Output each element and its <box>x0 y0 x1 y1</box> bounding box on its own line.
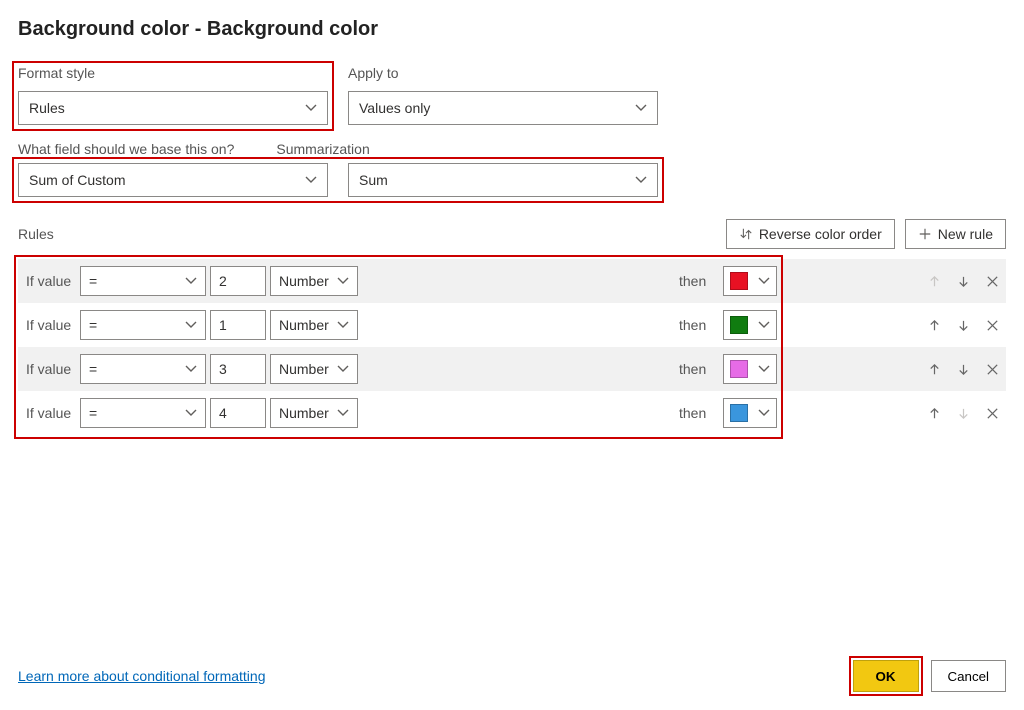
summarization-dropdown[interactable]: Sum <box>348 163 658 197</box>
chevron-down-icon <box>337 275 349 287</box>
rule-type-value: Number <box>279 317 329 333</box>
rule-type-dropdown[interactable]: Number <box>270 398 358 428</box>
rules-list: If value=NumberthenIf value=NumberthenIf… <box>18 259 1006 435</box>
then-label: then <box>679 273 723 289</box>
color-swatch <box>730 404 748 422</box>
apply-to-label: Apply to <box>348 65 658 81</box>
new-rule-button[interactable]: New rule <box>905 219 1006 249</box>
rule-row: If value = Number then <box>18 303 1006 347</box>
learn-more-link[interactable]: Learn more about conditional formatting <box>18 668 265 684</box>
then-label: then <box>679 405 723 421</box>
reverse-label: Reverse color order <box>759 226 882 242</box>
chevron-down-icon <box>185 363 197 375</box>
move-up-icon[interactable] <box>927 406 942 421</box>
rule-type-value: Number <box>279 361 329 377</box>
summarization-value: Sum <box>359 172 388 188</box>
then-label: then <box>679 317 723 333</box>
chevron-down-icon <box>635 174 647 186</box>
rule-color-dropdown[interactable] <box>723 354 777 384</box>
chevron-down-icon <box>758 363 770 375</box>
format-style-value: Rules <box>29 100 65 116</box>
rule-type-value: Number <box>279 405 329 421</box>
chevron-down-icon <box>758 275 770 287</box>
base-field-dropdown[interactable]: Sum of Custom <box>18 163 328 197</box>
summarization-label: Summarization <box>276 141 369 157</box>
delete-rule-icon[interactable] <box>985 362 1000 377</box>
move-down-icon[interactable] <box>956 362 971 377</box>
rule-operator-dropdown[interactable]: = <box>80 266 206 296</box>
swap-icon <box>739 227 753 241</box>
rule-value-input[interactable] <box>210 398 266 428</box>
chevron-down-icon <box>185 319 197 331</box>
base-field-label: What field should we base this on? <box>18 141 234 157</box>
if-value-label: If value <box>26 317 80 333</box>
move-up-icon <box>927 274 942 289</box>
rule-type-dropdown[interactable]: Number <box>270 266 358 296</box>
chevron-down-icon <box>185 275 197 287</box>
color-swatch <box>730 272 748 290</box>
rules-label: Rules <box>18 226 54 242</box>
rule-type-value: Number <box>279 273 329 289</box>
move-up-icon[interactable] <box>927 362 942 377</box>
rule-color-dropdown[interactable] <box>723 310 777 340</box>
rule-operator-dropdown[interactable]: = <box>80 310 206 340</box>
delete-rule-icon[interactable] <box>985 406 1000 421</box>
rule-row: If value = Number then <box>18 347 1006 391</box>
dialog-title: Background color - Background color <box>18 18 378 41</box>
rule-type-dropdown[interactable]: Number <box>270 310 358 340</box>
base-field-value: Sum of Custom <box>29 172 125 188</box>
reverse-color-order-button[interactable]: Reverse color order <box>726 219 895 249</box>
rule-operator-dropdown[interactable]: = <box>80 398 206 428</box>
rule-color-dropdown[interactable] <box>723 398 777 428</box>
format-style-label: Format style <box>18 65 328 81</box>
chevron-down-icon <box>635 102 647 114</box>
rule-type-dropdown[interactable]: Number <box>270 354 358 384</box>
if-value-label: If value <box>26 405 80 421</box>
color-swatch <box>730 360 748 378</box>
rule-operator-dropdown[interactable]: = <box>80 354 206 384</box>
chevron-down-icon <box>337 407 349 419</box>
rule-operator-value: = <box>89 317 97 333</box>
rule-operator-value: = <box>89 361 97 377</box>
chevron-down-icon <box>337 363 349 375</box>
rule-value-input[interactable] <box>210 310 266 340</box>
chevron-down-icon <box>758 319 770 331</box>
move-down-icon <box>956 406 971 421</box>
rule-color-dropdown[interactable] <box>723 266 777 296</box>
rule-row: If value = Number then <box>18 391 1006 435</box>
apply-to-dropdown[interactable]: Values only <box>348 91 658 125</box>
color-swatch <box>730 316 748 334</box>
if-value-label: If value <box>26 273 80 289</box>
move-down-icon[interactable] <box>956 274 971 289</box>
new-rule-label: New rule <box>938 226 993 242</box>
rule-value-input[interactable] <box>210 266 266 296</box>
then-label: then <box>679 361 723 377</box>
delete-rule-icon[interactable] <box>985 318 1000 333</box>
chevron-down-icon <box>337 319 349 331</box>
delete-rule-icon[interactable] <box>985 274 1000 289</box>
rule-value-input[interactable] <box>210 354 266 384</box>
chevron-down-icon <box>758 407 770 419</box>
ok-button[interactable]: OK <box>853 660 919 692</box>
if-value-label: If value <box>26 361 80 377</box>
move-down-icon[interactable] <box>956 318 971 333</box>
chevron-down-icon <box>305 174 317 186</box>
rule-row: If value = Number then <box>18 259 1006 303</box>
chevron-down-icon <box>305 102 317 114</box>
apply-to-value: Values only <box>359 100 430 116</box>
rule-operator-value: = <box>89 405 97 421</box>
chevron-down-icon <box>185 407 197 419</box>
rule-operator-value: = <box>89 273 97 289</box>
close-icon[interactable] <box>998 18 1006 40</box>
format-style-dropdown[interactable]: Rules <box>18 91 328 125</box>
cancel-button[interactable]: Cancel <box>931 660 1007 692</box>
move-up-icon[interactable] <box>927 318 942 333</box>
plus-icon <box>918 227 932 241</box>
